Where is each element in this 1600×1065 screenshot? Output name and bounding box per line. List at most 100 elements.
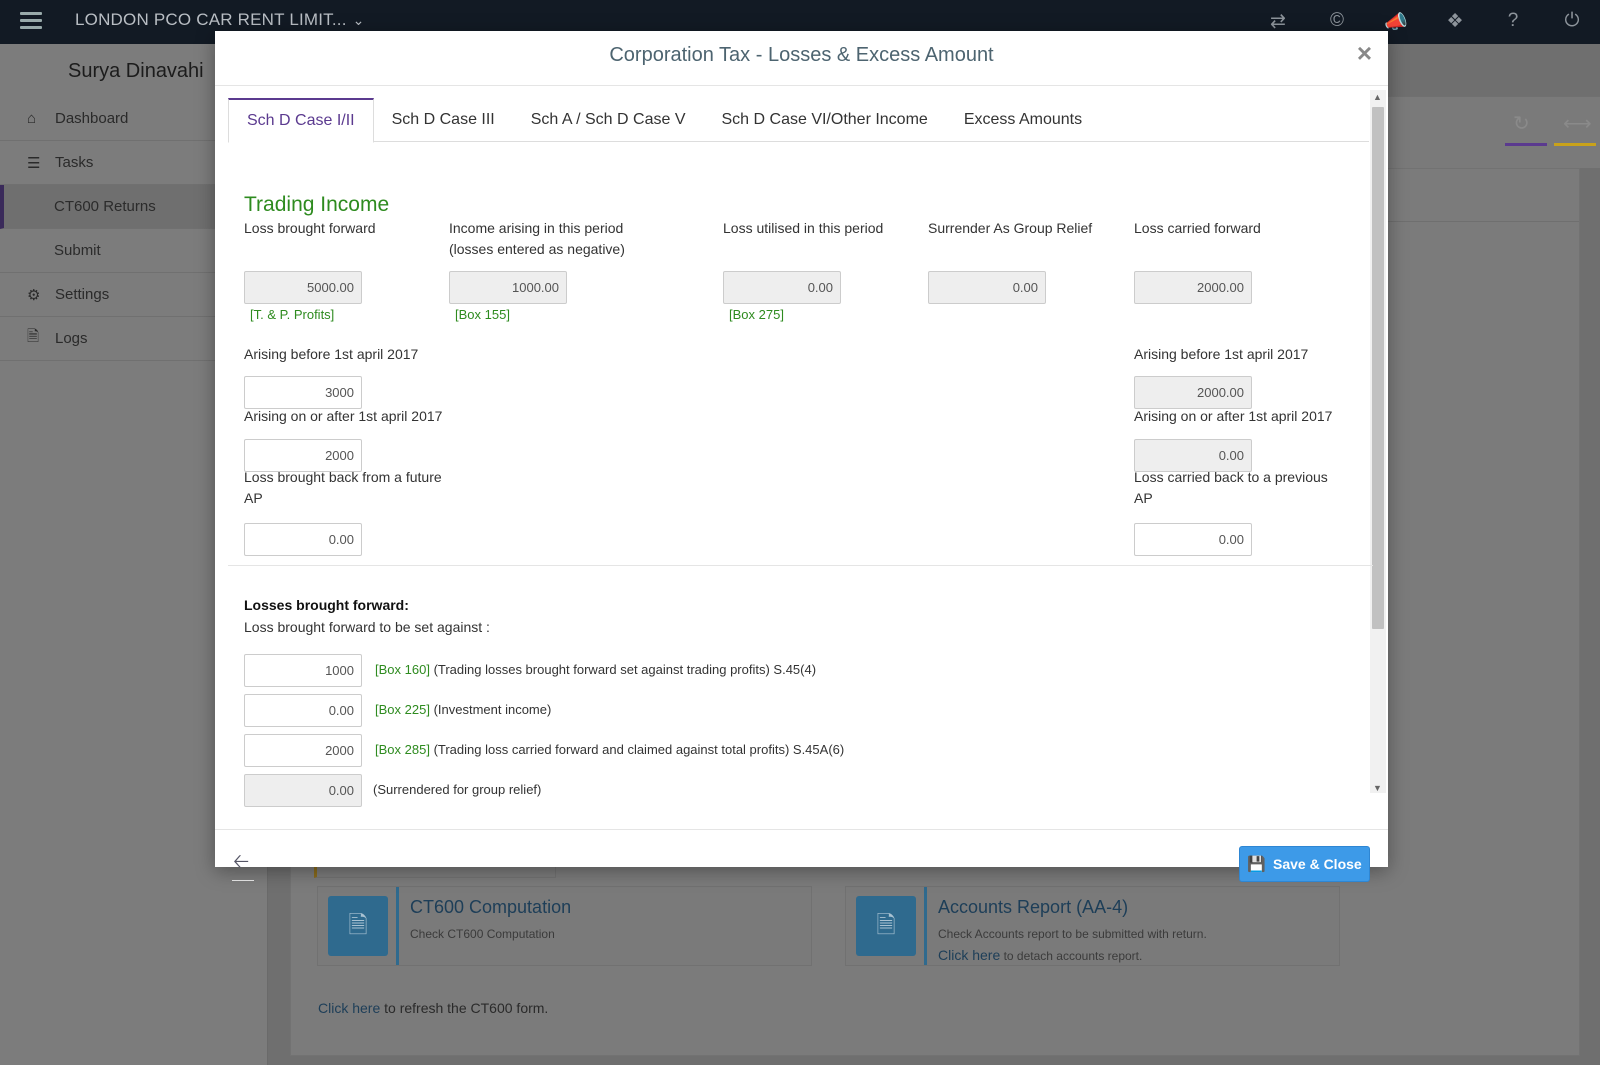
sidebar-item-label: CT600 Returns <box>54 198 156 215</box>
arrow-left-icon[interactable]: 🡠 <box>233 847 249 881</box>
row-text: (Investment income) <box>433 702 552 717</box>
document-icon: 🗎 <box>328 896 388 956</box>
loss-utilised-field <box>723 271 841 304</box>
sidebar-item-label: Submit <box>54 242 101 259</box>
box-285-field[interactable] <box>244 734 362 767</box>
home-icon: ⌂ <box>27 110 37 127</box>
swap-icon[interactable]: ⇄ <box>1265 10 1291 33</box>
box-225-field[interactable] <box>244 694 362 727</box>
close-icon[interactable]: × <box>1357 38 1372 69</box>
save-close-button[interactable]: 💾 Save & Close <box>1239 846 1370 882</box>
box-160-field[interactable] <box>244 654 362 687</box>
box-ref: [Box 160] <box>375 662 430 677</box>
card-title: CT600 Computation <box>410 897 572 917</box>
group-relief-surrender-description: (Surrendered for group relief) <box>373 782 542 797</box>
floppy-disk-icon: 💾 <box>1247 856 1266 873</box>
tab-sch-d-case-iii[interactable]: Sch D Case III <box>374 98 513 142</box>
modal-title: Corporation Tax - Losses & Excess Amount <box>609 44 994 66</box>
box-285-description: [Box 285] (Trading loss carried forward … <box>375 742 844 757</box>
box-ref: [Box 275] <box>729 307 784 322</box>
tab-sch-a-sch-d-case-v[interactable]: Sch A / Sch D Case V <box>513 98 704 142</box>
tab-bar: Sch D Case I/II Sch D Case III Sch A / S… <box>228 98 1369 143</box>
tab-sch-d-case-vi-other-income[interactable]: Sch D Case VI/Other Income <box>704 98 946 142</box>
loss-cf-field <box>1134 271 1252 304</box>
right-back-label-line1: Loss carried back to a previous <box>1134 469 1328 485</box>
box-160-description: [Box 160] (Trading losses brought forwar… <box>375 662 816 677</box>
left-back-label-line2: AP <box>244 490 263 506</box>
loss-bf-field <box>244 271 362 304</box>
scroll-down-icon[interactable]: ▼ <box>1373 783 1382 793</box>
accounts-report-card[interactable]: 🗎 Accounts Report (AA-4) Check Accounts … <box>845 886 1340 966</box>
losses-bf-subheading: Loss brought forward to be set against : <box>244 619 490 635</box>
right-before-field <box>1134 376 1252 409</box>
left-after-label: Arising on or after 1st april 2017 <box>244 408 443 424</box>
refresh-line: Click here to refresh the CT600 form. <box>318 1000 548 1016</box>
copyright-icon[interactable]: © <box>1324 10 1350 32</box>
modal-body: ▲ ▼ Sch D Case I/II Sch D Case III Sch A… <box>215 86 1388 829</box>
group-relief-field <box>928 271 1046 304</box>
left-back-field[interactable] <box>244 523 362 556</box>
right-back-field[interactable] <box>1134 523 1252 556</box>
losses-excess-modal: Corporation Tax - Losses & Excess Amount… <box>215 31 1388 882</box>
scrollbar[interactable]: ▲ ▼ <box>1370 90 1386 793</box>
file-icon: 🗎 <box>27 328 40 345</box>
loss-cf-label: Loss carried forward <box>1134 220 1261 236</box>
modal-footer: 🡠 💾 Save & Close <box>215 829 1388 882</box>
group-relief-surrender-field <box>244 774 362 807</box>
power-icon[interactable]: ⏻ <box>1559 10 1585 32</box>
left-back-label-line1: Loss brought back from a future <box>244 469 442 485</box>
accent-underline-gold <box>1554 143 1596 146</box>
modal-header: Corporation Tax - Losses & Excess Amount… <box>215 31 1388 86</box>
scroll-up-icon[interactable]: ▲ <box>1373 92 1382 102</box>
tag-icon[interactable]: ❖ <box>1442 10 1468 33</box>
sidebar-item-label: Dashboard <box>55 110 129 127</box>
income-label-line2: (losses entered as negative) <box>449 241 625 257</box>
refresh-icon[interactable]: ↻ <box>1513 111 1530 136</box>
card-subtitle: Check Accounts report to be submitted wi… <box>938 927 1207 941</box>
hamburger-menu-icon[interactable] <box>20 12 42 30</box>
tab-sch-d-case-i-ii[interactable]: Sch D Case I/II <box>228 98 374 143</box>
box-ref: [Box 225] <box>375 702 430 717</box>
group-relief-label: Surrender As Group Relief <box>928 220 1093 236</box>
tab-excess-amounts[interactable]: Excess Amounts <box>946 98 1100 142</box>
accent-underline-purple <box>1505 143 1547 146</box>
save-close-label: Save & Close <box>1272 856 1362 872</box>
tasks-icon: ☰ <box>27 154 41 172</box>
right-before-label: Arising before 1st april 2017 <box>1134 346 1309 362</box>
sidebar-item-label: Logs <box>55 330 88 347</box>
income-arising-field <box>449 271 567 304</box>
box-225-description: [Box 225] (Investment income) <box>375 702 551 717</box>
sidebar-item-label: Settings <box>55 286 110 303</box>
gear-icon: ⚙ <box>27 286 41 304</box>
left-before-field[interactable] <box>244 376 362 409</box>
card-subtitle: Check CT600 Computation <box>410 927 555 941</box>
losses-bf-heading: Losses brought forward: <box>244 597 409 613</box>
card-title: Accounts Report (AA-4) <box>938 897 1129 917</box>
scrollbar-thumb[interactable] <box>1372 107 1384 629</box>
row-text: (Trading loss carried forward and claime… <box>433 742 845 757</box>
box-ref: [T. & P. Profits] <box>250 307 335 322</box>
divider <box>228 565 1373 566</box>
right-after-label: Arising on or after 1st april 2017 <box>1134 408 1333 424</box>
loss-bf-label: Loss brought forward <box>244 220 376 236</box>
loss-utilised-label: Loss utilised in this period <box>723 220 884 236</box>
card-link-suffix: to detach accounts report. <box>1003 949 1143 963</box>
document-icon: 🗎 <box>856 896 916 956</box>
left-before-label: Arising before 1st april 2017 <box>244 346 419 362</box>
income-label-line1: Income arising in this period <box>449 220 624 236</box>
expand-icon[interactable]: ⟷ <box>1563 111 1592 136</box>
card-link-line: Click here to detach accounts report. <box>938 947 1142 963</box>
ct600-computation-card[interactable]: 🗎 CT600 Computation Check CT600 Computat… <box>317 886 812 966</box>
company-selector[interactable]: LONDON PCO CAR RENT LIMIT... ⌄ <box>75 10 365 30</box>
section-title: Trading Income <box>244 193 390 216</box>
row-text: (Trading losses brought forward set agai… <box>433 662 817 677</box>
company-name: LONDON PCO CAR RENT LIMIT... <box>75 10 347 29</box>
box-ref: [Box 285] <box>375 742 430 757</box>
chevron-down-icon: ⌄ <box>352 12 365 28</box>
refresh-text: to refresh the CT600 form. <box>384 1000 549 1016</box>
box-ref: [Box 155] <box>455 307 510 322</box>
help-icon[interactable]: ? <box>1500 10 1526 32</box>
right-back-label-line2: AP <box>1134 490 1153 506</box>
refresh-form-link[interactable]: Click here <box>318 1000 380 1016</box>
detach-accounts-link[interactable]: Click here <box>938 947 1000 963</box>
